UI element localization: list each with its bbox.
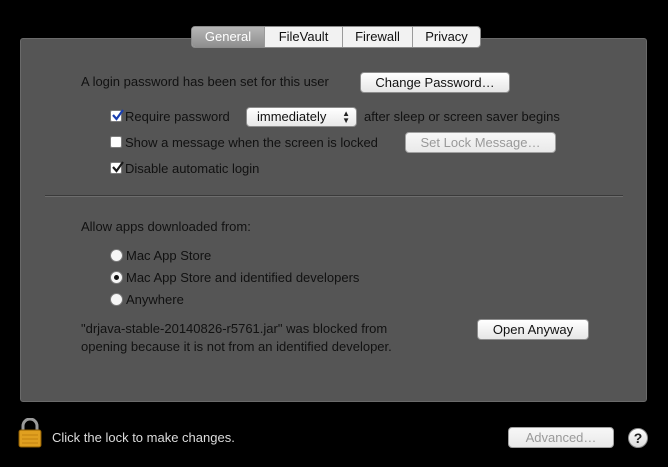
section-divider <box>45 195 623 197</box>
checkmark-icon <box>112 161 124 173</box>
advanced-button[interactable]: Advanced… <box>508 427 614 448</box>
disable-auto-login-checkbox[interactable] <box>110 161 124 174</box>
change-password-button[interactable]: Change Password… <box>360 72 510 93</box>
tab-general[interactable]: General <box>192 27 265 47</box>
show-message-checkbox[interactable] <box>110 136 122 148</box>
require-password-checkbox[interactable] <box>110 109 124 122</box>
lock-icon[interactable] <box>18 417 42 448</box>
blocked-message-line1: "drjava-stable-20140826-r5761.jar" was b… <box>81 321 388 336</box>
after-sleep-text: after sleep or screen saver begins <box>364 109 560 124</box>
checkmark-icon <box>112 109 124 121</box>
login-password-message: A login password has been set for this u… <box>81 74 329 89</box>
radio-anywhere[interactable] <box>110 293 123 306</box>
show-message-label: Show a message when the screen is locked <box>125 135 378 150</box>
password-delay-select[interactable]: immediately ▲ ▼ <box>246 107 357 127</box>
tab-bar: General FileVault Firewall Privacy <box>191 26 481 48</box>
help-button[interactable]: ? <box>628 428 648 448</box>
radio-identified-developers[interactable] <box>110 271 123 284</box>
disable-auto-login-label: Disable automatic login <box>125 161 260 176</box>
radio-identified-developers-label: Mac App Store and identified developers <box>126 270 360 285</box>
allow-apps-heading: Allow apps downloaded from: <box>81 219 251 234</box>
stepper-arrows-icon: ▲ ▼ <box>342 109 350 125</box>
lock-instruction-text: Click the lock to make changes. <box>52 430 235 445</box>
radio-anywhere-label: Anywhere <box>126 292 184 307</box>
blocked-message-line2: opening because it is not from an identi… <box>81 339 392 354</box>
tab-filevault[interactable]: FileVault <box>265 27 343 47</box>
tab-privacy[interactable]: Privacy <box>413 27 480 47</box>
radio-mac-app-store-label: Mac App Store <box>126 248 212 263</box>
require-password-label: Require password <box>125 109 230 124</box>
open-anyway-button[interactable]: Open Anyway <box>477 319 589 340</box>
set-lock-message-button[interactable]: Set Lock Message… <box>405 132 556 153</box>
tab-firewall[interactable]: Firewall <box>343 27 413 47</box>
password-delay-value: immediately <box>257 109 327 124</box>
radio-mac-app-store[interactable] <box>110 249 123 262</box>
